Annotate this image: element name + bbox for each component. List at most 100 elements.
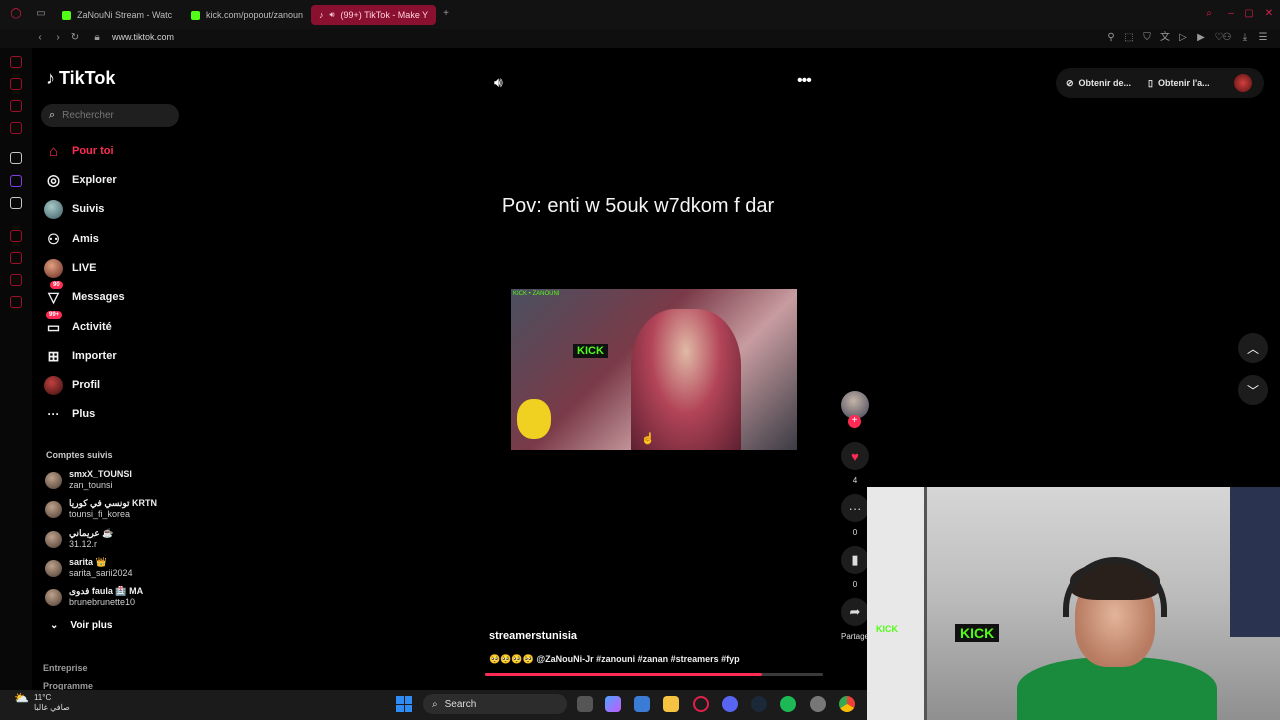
x-icon[interactable]	[10, 197, 22, 209]
nav-label: Suivis	[72, 203, 105, 215]
more-options-icon[interactable]: •••	[797, 72, 812, 90]
player-icon[interactable]: ▶	[1194, 31, 1208, 45]
nav-pour-toi[interactable]: ⌂ Pour toi	[44, 140, 114, 162]
nav-profil[interactable]: Profil	[44, 374, 100, 396]
lock-icon: 🔒︎	[94, 32, 100, 43]
kick-sign: KICK	[955, 624, 1000, 642]
tab-label: (99+) TikTok - Make Y	[340, 10, 429, 20]
logo-text: TikTok	[59, 68, 116, 88]
nav-label: Profil	[72, 379, 101, 391]
nav-amis[interactable]: ⚇ Amis	[44, 228, 99, 250]
see-more-label: Voir plus	[70, 620, 113, 631]
maximize-icon[interactable]: ▢	[1242, 7, 1256, 21]
account-handle: tounsi_fi_korea	[69, 509, 131, 519]
volume-icon[interactable]: 🔊︎	[494, 74, 503, 91]
search-input[interactable]	[62, 110, 163, 121]
kick-sign: KICK	[573, 344, 608, 358]
back-icon[interactable]: ‹	[33, 31, 47, 45]
vpn-icon[interactable]: ▷	[1176, 31, 1190, 45]
copilot-icon[interactable]	[605, 696, 621, 712]
get-coins-button[interactable]: ⊘ Obtenir de...	[1066, 70, 1131, 96]
tab-kick-popout[interactable]: kick.com/popout/zanoun	[183, 5, 303, 25]
video-author[interactable]: streamerstunisia	[489, 630, 577, 642]
close-window-icon[interactable]: ✕	[1262, 7, 1276, 21]
get-app-button[interactable]: ▯ Obtenir l'a...	[1148, 70, 1210, 96]
opera-taskbar-icon[interactable]	[693, 696, 709, 712]
search-tabs-icon[interactable]: ⌕	[1202, 7, 1216, 21]
nav-label: LIVE	[72, 262, 97, 274]
taskbar-search[interactable]: ⌕ Search	[423, 694, 567, 714]
account-handle: zan_tounsi	[69, 480, 113, 490]
followed-account[interactable]: تونسي في كوريا KRTN tounsi_fi_korea	[45, 498, 157, 520]
video-player[interactable]: KICK • ZANOUNI KICK ☝	[511, 289, 797, 450]
tab-overview-icon[interactable]: ▭	[34, 7, 48, 21]
reload-icon[interactable]: ↻	[68, 31, 82, 45]
settings-icon[interactable]	[10, 296, 22, 308]
video-progress-bar[interactable]	[485, 673, 823, 676]
spotify-icon[interactable]	[780, 696, 796, 712]
nav-suivis[interactable]: Suivis	[44, 198, 104, 220]
tiktok-note-icon: ♪	[46, 68, 55, 88]
tab-kick-stream[interactable]: ZaNouNi Stream - Watch	[54, 5, 172, 25]
kick-favicon-icon	[191, 10, 200, 20]
arc-icon[interactable]	[10, 152, 22, 164]
new-tab-button[interactable]: +	[439, 7, 453, 21]
follow-plus-icon[interactable]: +	[848, 415, 861, 428]
tab-label: kick.com/popout/zanoun	[206, 10, 303, 20]
steam-icon[interactable]	[751, 696, 767, 712]
chevron-down-icon: ⌄	[50, 620, 59, 631]
snapshot-icon[interactable]: ⬚	[1122, 31, 1136, 45]
previous-video-button[interactable]: ︿	[1238, 333, 1268, 363]
next-video-button[interactable]: ﹀	[1238, 375, 1268, 405]
url-field[interactable]: www.tiktok.com	[112, 32, 174, 42]
footer-link-entreprise[interactable]: Entreprise	[43, 663, 88, 673]
discord-icon[interactable]	[722, 696, 738, 712]
forward-icon[interactable]: ›	[51, 31, 65, 45]
browser-tab-bar: ◯ ▭ ZaNouNi Stream - Watch kick.com/popo…	[0, 0, 1280, 29]
twitch-purple-icon[interactable]	[10, 175, 22, 187]
like-action[interactable]: ♥ 4	[838, 442, 872, 485]
minimize-icon[interactable]: –	[1224, 7, 1238, 21]
weather-widget[interactable]: ⛅ 11°C صافي غالبا	[14, 692, 70, 713]
nav-importer[interactable]: ⊞ Importer	[44, 345, 117, 367]
account-icon[interactable]: ⚇	[1220, 31, 1234, 45]
opera-logo-icon[interactable]: ◯	[9, 7, 23, 21]
file-explorer-icon[interactable]	[663, 696, 679, 712]
messenger-icon[interactable]	[10, 100, 22, 112]
followed-account[interactable]: فدوى faula 🏥 MA brunebrunette10	[45, 586, 143, 608]
nav-plus[interactable]: ··· Plus	[44, 403, 96, 425]
nav-messages[interactable]: ▽ 90 Messages	[44, 280, 125, 308]
adblock-icon[interactable]: ⛉	[1140, 31, 1154, 45]
store-icon[interactable]	[634, 696, 650, 712]
tab-label: ZaNouNi Stream - Watch	[77, 10, 172, 20]
extensions-icon[interactable]	[10, 274, 22, 286]
nav-activite[interactable]: ▭ 99+ Activité	[44, 310, 112, 338]
followed-account[interactable]: sarita 👑 sarita_sarii2024	[45, 557, 133, 579]
activity-badge: 99+	[46, 310, 63, 319]
menu-icon[interactable]: ☰	[1256, 31, 1270, 45]
tab-tiktok[interactable]: ♪ 🔊︎ (99+) TikTok - Make Y	[311, 5, 436, 25]
bookmark-icon: ▮	[841, 546, 869, 574]
shopping-icon[interactable]	[10, 78, 22, 90]
nav-explorer[interactable]: ◎ Explorer	[44, 169, 117, 191]
download-icon[interactable]: ⤓	[1238, 31, 1252, 45]
twitch-icon[interactable]	[10, 122, 22, 134]
tiktok-logo[interactable]: ♪ TikTok	[46, 68, 115, 89]
nav-live[interactable]: LIVE	[44, 257, 96, 279]
windows-start-icon[interactable]	[396, 696, 412, 712]
settings-taskbar-icon[interactable]	[810, 696, 826, 712]
profile-avatar[interactable]	[1234, 74, 1252, 92]
avatar-icon	[44, 375, 63, 395]
history-icon[interactable]	[10, 252, 22, 264]
chrome-icon[interactable]	[839, 696, 855, 712]
pin-icon[interactable]: ⚲	[1104, 31, 1118, 45]
followed-account[interactable]: عريماني ☕ 31.12.r	[45, 528, 114, 550]
translate-icon[interactable]: 文	[1158, 31, 1172, 45]
player-side-icon[interactable]	[10, 230, 22, 242]
task-view-icon[interactable]	[577, 696, 593, 712]
aria-icon[interactable]	[10, 56, 22, 68]
see-more-button[interactable]: ⌄ Voir plus	[50, 620, 112, 631]
phone-icon: ▯	[1148, 77, 1153, 88]
followed-account[interactable]: smxX_TOUNSI zan_tounsi	[45, 469, 132, 491]
ellipsis-icon: ···	[47, 407, 60, 421]
